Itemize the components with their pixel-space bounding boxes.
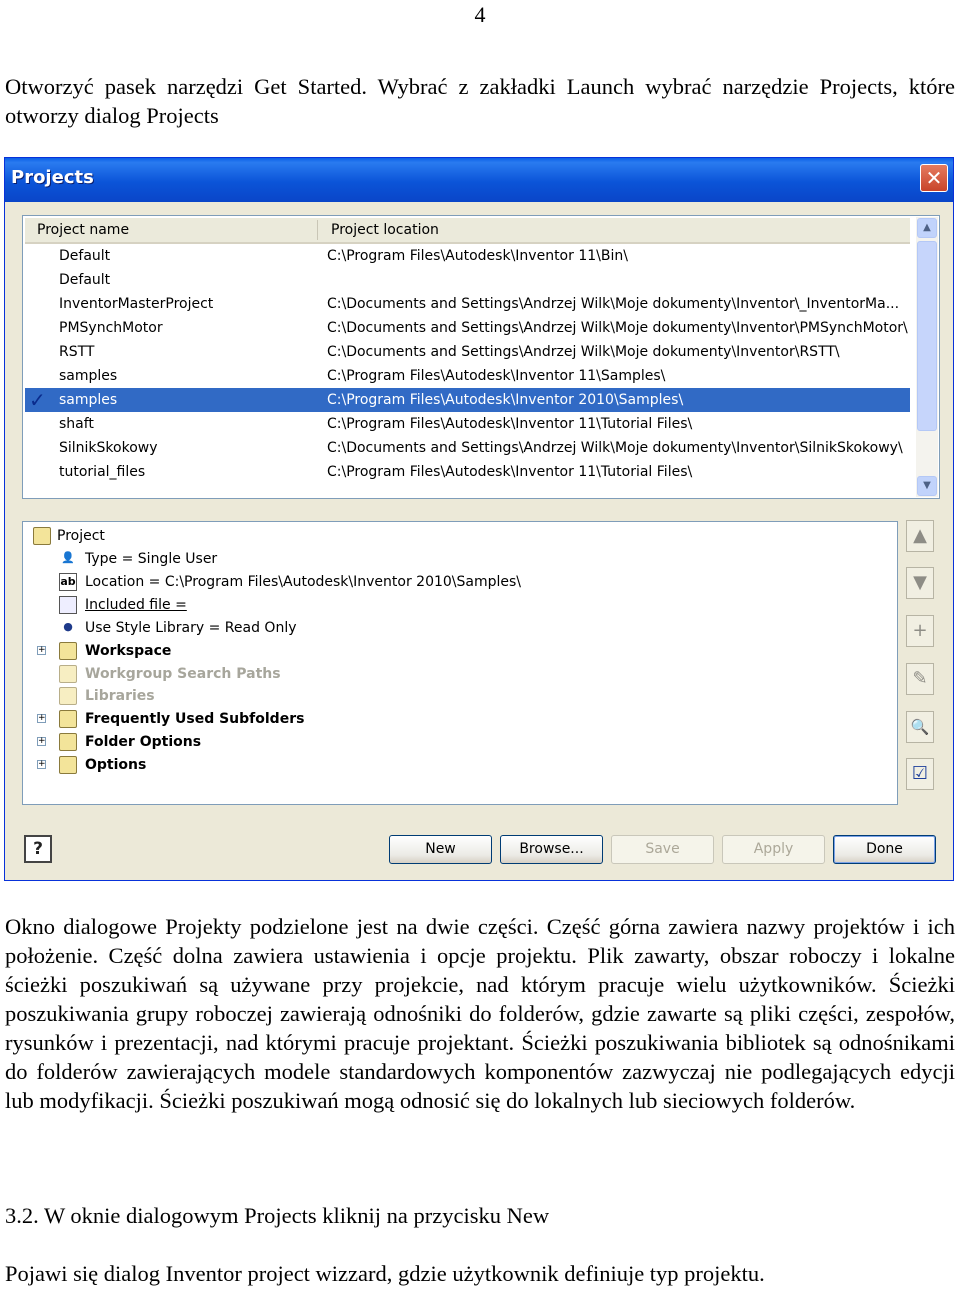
project-row[interactable]: PMSynchMotor C:\Documents and Settings\An… bbox=[25, 316, 910, 340]
project-settings-tree[interactable]: Project 👤 Type = Single User ab Location… bbox=[22, 521, 898, 805]
folder-icon bbox=[59, 642, 77, 660]
expand-options-button[interactable]: + bbox=[37, 760, 46, 769]
project-row[interactable]: ✓ samples C:\Program Files\Autodesk\Invent… bbox=[25, 388, 910, 412]
scroll-thumb[interactable] bbox=[917, 241, 937, 431]
project-row[interactable]: SilnikSkokowy C:\Documents and Settings\A… bbox=[25, 436, 910, 460]
file-icon bbox=[59, 596, 77, 614]
tree-item-workgroup-search-paths: Workgroup Search Paths bbox=[85, 666, 281, 682]
project-list-header: Project name Project location bbox=[25, 218, 910, 244]
move-up-button[interactable]: ▲ bbox=[906, 520, 934, 552]
description-paragraph: Okno dialogowe Projekty podzielone jest … bbox=[5, 914, 955, 1113]
project-row[interactable]: samples C:\Program Files\Autodesk\Invento… bbox=[25, 364, 910, 388]
tree-item-options[interactable]: Options bbox=[85, 754, 146, 776]
project-row[interactable]: Default bbox=[25, 268, 910, 292]
save-button[interactable]: Save bbox=[611, 835, 714, 864]
project-row[interactable]: shaft C:\Program Files\Autodesk\Inventor … bbox=[25, 412, 910, 436]
project-location-cell: C:\Documents and Settings\Andrzej Wilk\M… bbox=[327, 440, 903, 456]
project-row[interactable]: tutorial_files C:\Program Files\Autodesk\… bbox=[25, 460, 910, 484]
project-name-cell: SilnikSkokowy bbox=[59, 440, 158, 456]
tree-item-included-file[interactable]: Included file = bbox=[85, 594, 187, 616]
folder-icon bbox=[59, 687, 77, 705]
project-folder-icon bbox=[33, 527, 51, 545]
user-icon: 👤 bbox=[61, 551, 75, 564]
move-down-button[interactable]: ▼ bbox=[906, 567, 934, 599]
project-location-cell: C:\Program Files\Autodesk\Inventor 2010\… bbox=[327, 392, 684, 408]
column-divider[interactable] bbox=[317, 220, 318, 240]
project-name-cell: tutorial_files bbox=[59, 464, 146, 480]
outro-paragraph: Pojawi się dialog Inventor project wizza… bbox=[5, 1261, 765, 1286]
scroll-up-button[interactable]: ▲ bbox=[917, 218, 937, 238]
folder-icon bbox=[59, 756, 77, 774]
active-project-check-icon: ✓ bbox=[29, 388, 46, 412]
project-location-cell: C:\Documents and Settings\Andrzej Wilk\M… bbox=[327, 296, 900, 312]
dialog-title: Projects bbox=[11, 167, 94, 188]
page-number: 4 bbox=[474, 2, 486, 27]
project-location-cell: C:\Program Files\Autodesk\Inventor 11\Sa… bbox=[327, 368, 666, 384]
edit-path-button[interactable]: ☑ bbox=[906, 758, 934, 790]
project-row[interactable]: RSTT C:\Documents and Settings\Andrzej Wi… bbox=[25, 340, 910, 364]
find-path-button[interactable]: 🔍 bbox=[906, 711, 934, 743]
project-name-cell: Default bbox=[59, 272, 111, 288]
project-name-cell: InventorMasterProject bbox=[59, 296, 214, 312]
dialog-titlebar: Projects ✕ bbox=[5, 158, 953, 202]
scroll-down-button[interactable]: ▼ bbox=[917, 476, 937, 496]
project-name-cell: samples bbox=[59, 368, 118, 384]
project-name-cell: Default bbox=[59, 248, 111, 264]
tree-item-folder-options[interactable]: Folder Options bbox=[85, 731, 201, 753]
help-button[interactable]: ? bbox=[24, 835, 52, 863]
folder-icon bbox=[59, 710, 77, 728]
edit-button[interactable]: ✎ bbox=[906, 663, 934, 695]
tree-item-type[interactable]: Type = Single User bbox=[85, 548, 217, 570]
style-library-icon: ● bbox=[63, 620, 73, 633]
close-button[interactable]: ✕ bbox=[920, 164, 948, 192]
project-row[interactable]: InventorMasterProject C:\Documents and Se… bbox=[25, 292, 910, 316]
project-list-scrollbar[interactable]: ▲ ▼ bbox=[916, 217, 938, 497]
project-name-cell: samples bbox=[59, 392, 118, 408]
project-location-cell: C:\Program Files\Autodesk\Inventor 11\Tu… bbox=[327, 416, 693, 432]
intro-paragraph: Otworzyć pasek narzędzi Get Started. Wyb… bbox=[5, 74, 955, 128]
folder-icon bbox=[59, 733, 77, 751]
project-location-cell: C:\Program Files\Autodesk\Inventor 11\Bi… bbox=[327, 248, 628, 264]
step-heading: 3.2. W oknie dialogowym Projects kliknij… bbox=[5, 1203, 550, 1228]
column-header-project-name[interactable]: Project name bbox=[37, 222, 129, 238]
tree-item-workspace[interactable]: Workspace bbox=[85, 640, 171, 662]
project-name-cell: shaft bbox=[59, 416, 94, 432]
tree-item-style-library[interactable]: Use Style Library = Read Only bbox=[85, 617, 297, 639]
tree-item-location[interactable]: Location = C:\Program Files\Autodesk\Inv… bbox=[85, 571, 521, 593]
project-row[interactable]: Default C:\Program Files\Autodesk\Invento… bbox=[25, 244, 910, 268]
expand-workspace-button[interactable]: + bbox=[37, 646, 46, 655]
expand-folder-options-button[interactable]: + bbox=[37, 737, 46, 746]
expand-frequently-used-subfolders-button[interactable]: + bbox=[37, 714, 46, 723]
text-field-icon: ab bbox=[59, 573, 77, 591]
project-location-cell: C:\Documents and Settings\Andrzej Wilk\M… bbox=[327, 344, 840, 360]
new-button[interactable]: New bbox=[389, 835, 492, 864]
project-location-cell: C:\Documents and Settings\Andrzej Wilk\M… bbox=[327, 320, 908, 336]
column-header-project-location[interactable]: Project location bbox=[331, 222, 439, 238]
project-name-cell: RSTT bbox=[59, 344, 95, 360]
project-location-cell: C:\Program Files\Autodesk\Inventor 11\Tu… bbox=[327, 464, 693, 480]
project-name-cell: PMSynchMotor bbox=[59, 320, 163, 336]
project-list[interactable]: Project name Project location Default C:\… bbox=[22, 215, 940, 499]
projects-dialog: Projects ✕ Project name Project location… bbox=[4, 157, 954, 881]
tree-item-project[interactable]: Project bbox=[57, 525, 105, 547]
tree-item-libraries: Libraries bbox=[85, 688, 155, 704]
add-path-button[interactable]: + bbox=[906, 615, 934, 647]
browse-button[interactable]: Browse... bbox=[500, 835, 603, 864]
apply-button[interactable]: Apply bbox=[722, 835, 825, 864]
folder-icon bbox=[59, 665, 77, 683]
tree-item-frequently-used-subfolders[interactable]: Frequently Used Subfolders bbox=[85, 708, 304, 730]
done-button[interactable]: Done bbox=[833, 835, 936, 864]
